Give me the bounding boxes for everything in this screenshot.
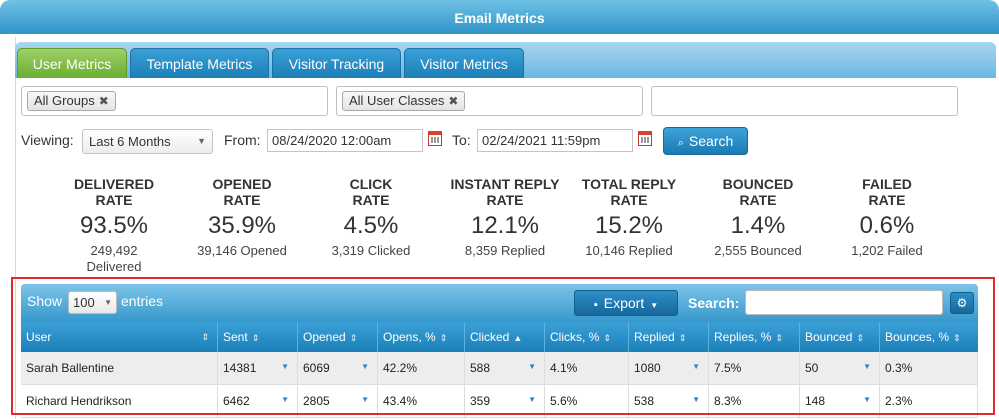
metric-count: Delivered <box>86 259 142 274</box>
metric-delivered: DELIVERED RATE 93.5% 249,492 Delivered <box>49 176 179 275</box>
from-date-input[interactable]: 08/24/2020 12:00am <box>267 129 423 152</box>
metric-title: RATE <box>223 192 261 208</box>
to-label: To: <box>452 132 471 148</box>
metric-title: BOUNCED <box>722 176 794 192</box>
remove-icon[interactable]: ✖ <box>99 94 109 108</box>
metric-count: 10,146 Replied <box>585 243 673 258</box>
viewing-label: Viewing: <box>21 132 74 148</box>
metric-failed: FAILED RATE 0.6% 1,202 Failed <box>822 176 952 259</box>
metric-opened: OPENED RATE 35.9% 39,146 Opened <box>177 176 307 259</box>
metric-count: 249,492 <box>90 243 138 258</box>
groups-chip: All Groups ✖ <box>27 91 116 111</box>
tab-template-metrics[interactable]: Template Metrics <box>130 48 269 78</box>
calendar-icon[interactable] <box>638 131 652 146</box>
search-icon: ⌕ <box>677 137 684 149</box>
from-label: From: <box>224 132 261 148</box>
metric-title: DELIVERED <box>73 176 155 192</box>
tab-strip: User Metrics Template Metrics Visitor Tr… <box>15 42 996 78</box>
calendar-icon[interactable] <box>428 131 442 146</box>
metric-title: RATE <box>739 192 777 208</box>
metric-title: RATE <box>610 192 648 208</box>
metric-title: FAILED <box>862 176 912 192</box>
user-classes-filter[interactable]: All User Classes ✖ <box>336 86 643 116</box>
metric-value: 4.5% <box>343 212 399 239</box>
metric-title: RATE <box>95 192 133 208</box>
metric-value: 0.6% <box>859 212 915 239</box>
metric-title: RATE <box>486 192 524 208</box>
metric-bounced: BOUNCED RATE 1.4% 2,555 Bounced <box>693 176 823 259</box>
metric-title: OPENED <box>212 176 272 192</box>
remove-icon[interactable]: ✖ <box>448 94 458 108</box>
metric-click: CLICK RATE 4.5% 3,319 Clicked <box>306 176 436 259</box>
metric-value: 35.9% <box>207 212 277 239</box>
tab-visitor-metrics[interactable]: Visitor Metrics <box>404 48 524 78</box>
tab-visitor-tracking[interactable]: Visitor Tracking <box>272 48 401 78</box>
metric-value: 93.5% <box>79 212 149 239</box>
metric-value: 12.1% <box>470 212 540 239</box>
third-filter[interactable] <box>651 86 958 116</box>
to-date-input[interactable]: 02/24/2021 11:59pm <box>477 129 633 152</box>
metric-title: INSTANT REPLY <box>450 176 560 192</box>
user-classes-chip: All User Classes ✖ <box>342 91 466 111</box>
metric-count: 3,319 Clicked <box>331 243 411 258</box>
window-title: Email Metrics <box>0 0 999 34</box>
tab-user-metrics[interactable]: User Metrics <box>17 48 127 78</box>
metric-title: RATE <box>352 192 390 208</box>
metric-value: 15.2% <box>594 212 664 239</box>
metric-title: TOTAL REPLY <box>581 176 677 192</box>
chevron-down-icon: ▼ <box>197 136 206 146</box>
metric-title: RATE <box>868 192 906 208</box>
metric-count: 39,146 Opened <box>197 243 287 258</box>
metric-value: 1.4% <box>730 212 786 239</box>
metric-total-reply: TOTAL REPLY RATE 15.2% 10,146 Replied <box>564 176 694 259</box>
groups-filter[interactable]: All Groups ✖ <box>21 86 328 116</box>
metric-instant-reply: INSTANT REPLY RATE 12.1% 8,359 Replied <box>435 176 575 259</box>
highlight-box <box>11 277 995 415</box>
metric-count: 1,202 Failed <box>851 243 923 258</box>
search-button[interactable]: ⌕ Search <box>663 127 748 155</box>
viewing-select[interactable]: Last 6 Months ▼ <box>82 129 213 154</box>
metric-count: 8,359 Replied <box>464 243 546 258</box>
metric-title: CLICK <box>349 176 393 192</box>
metric-count: 2,555 Bounced <box>714 243 802 258</box>
